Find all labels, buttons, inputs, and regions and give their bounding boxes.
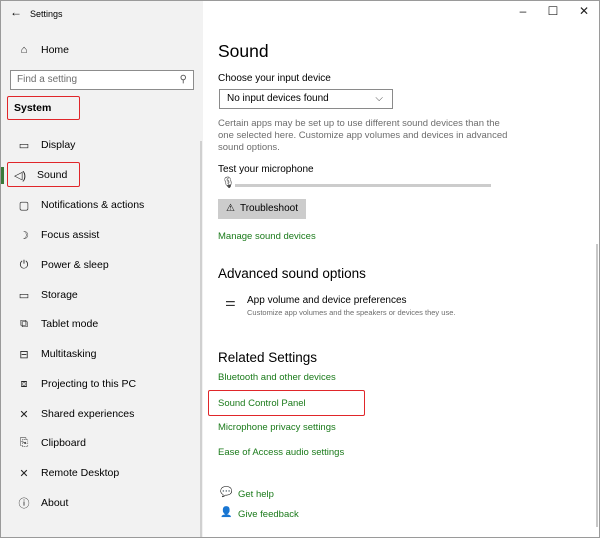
sidebar-item-multitasking[interactable]: ⊟ Multitasking — [1, 343, 203, 365]
minimize-button[interactable]: – — [513, 4, 533, 18]
sidebar-item-power[interactable]: ⏻ Power & sleep — [1, 254, 203, 276]
sidebar-item-label: Projecting to this PC — [41, 378, 137, 390]
warning-icon: ⚠ — [226, 203, 235, 214]
page-title: Sound — [218, 41, 269, 61]
window-title: Settings — [30, 9, 63, 19]
search-input[interactable]: Find a setting ⚲ — [10, 70, 194, 90]
microphone-icon: 🎙 — [221, 177, 235, 189]
sidebar-item-tablet-mode[interactable]: ⧉ Tablet mode — [1, 313, 203, 335]
bluetooth-devices-link[interactable]: Bluetooth and other devices — [218, 372, 336, 383]
give-feedback-link[interactable]: Give feedback — [238, 509, 299, 520]
main-content: – ☐ ✕ Sound Choose your input device No … — [203, 1, 599, 537]
sidebar-item-label: Tablet mode — [41, 318, 99, 330]
advanced-sound-title: Advanced sound options — [218, 266, 366, 281]
search-placeholder: Find a setting — [17, 74, 78, 85]
input-device-label: Choose your input device — [218, 73, 331, 84]
app-volume-link[interactable]: App volume and device preferences — [247, 295, 407, 306]
help-icon: 💬 — [220, 487, 233, 498]
power-icon: ⏻ — [19, 258, 29, 271]
test-mic-label: Test your microphone — [218, 164, 314, 175]
sidebar-item-home[interactable]: ⌂ Home — [1, 39, 203, 61]
info-icon: ⓘ — [18, 498, 30, 510]
sidebar-item-label: Home — [41, 44, 70, 56]
sidebar-item-label: Remote Desktop — [41, 467, 120, 479]
search-icon: ⚲ — [179, 74, 187, 85]
section-label-system: System — [14, 102, 52, 114]
sidebar: ← Settings ⌂ Home Find a setting ⚲ Syste… — [1, 1, 203, 537]
close-button[interactable]: ✕ — [574, 4, 594, 18]
sidebar-item-label: Display — [41, 139, 76, 151]
tablet-icon: ⧉ — [20, 317, 28, 330]
sidebar-item-label: Storage — [41, 289, 78, 301]
troubleshoot-button[interactable]: ⚠ Troubleshoot — [218, 199, 306, 219]
sliders-icon: ⚌ — [225, 295, 236, 309]
sidebar-item-label: Focus assist — [41, 229, 100, 241]
microphone-privacy-link[interactable]: Microphone privacy settings — [218, 422, 336, 433]
multitasking-icon: ⊟ — [19, 348, 29, 361]
app-volume-description: Customize app volumes and the speakers o… — [247, 308, 456, 317]
get-help-link[interactable]: Get help — [238, 489, 274, 500]
chevron-down-icon: ⌵ — [375, 93, 383, 104]
sidebar-scrollbar[interactable] — [200, 141, 202, 537]
moon-icon: ☽ — [19, 229, 29, 242]
sidebar-item-label: Power & sleep — [41, 259, 109, 271]
ease-of-access-audio-link[interactable]: Ease of Access audio settings — [218, 447, 344, 458]
sidebar-item-label: Clipboard — [41, 437, 86, 449]
notification-icon: ▢ — [18, 199, 30, 212]
remote-icon: ✕ — [19, 467, 29, 480]
back-arrow-icon[interactable]: ← — [9, 5, 23, 19]
troubleshoot-label: Troubleshoot — [239, 203, 298, 214]
related-settings-title: Related Settings — [218, 350, 318, 365]
settings-window: ← Settings ⌂ Home Find a setting ⚲ Syste… — [0, 0, 600, 538]
storage-icon: ▭ — [18, 289, 30, 302]
feedback-icon: 👤 — [220, 507, 233, 518]
display-icon: ▭ — [18, 139, 30, 152]
sidebar-item-label: Sound — [37, 169, 68, 181]
sidebar-item-label: About — [41, 497, 69, 509]
input-device-select[interactable]: No input devices found ⌵ — [219, 89, 393, 109]
sidebar-item-label: Multitasking — [41, 348, 97, 360]
sidebar-item-storage[interactable]: ▭ Storage — [1, 284, 203, 306]
projector-icon: ⧈ — [20, 377, 28, 390]
input-info-text: Certain apps may be set up to use differ… — [218, 118, 508, 153]
maximize-button[interactable]: ☐ — [543, 4, 563, 18]
sidebar-item-label: Shared experiences — [41, 408, 135, 420]
speaker-icon: ◁) — [13, 169, 27, 182]
sidebar-item-about[interactable]: ⓘ About — [1, 492, 203, 514]
sidebar-item-notifications[interactable]: ▢ Notifications & actions — [1, 194, 203, 216]
content-scrollbar[interactable] — [596, 244, 598, 527]
home-icon: ⌂ — [20, 44, 28, 56]
sound-control-panel-link[interactable]: Sound Control Panel — [218, 398, 306, 409]
sidebar-item-remote-desktop[interactable]: ✕ Remote Desktop — [1, 462, 203, 484]
clipboard-icon: ⎘ — [19, 436, 29, 449]
shared-icon: ✕ — [19, 408, 29, 421]
sidebar-item-display[interactable]: ▭ Display — [1, 134, 203, 156]
sidebar-item-clipboard[interactable]: ⎘ Clipboard — [1, 432, 203, 454]
input-device-value: No input devices found — [227, 93, 329, 104]
manage-sound-devices-link[interactable]: Manage sound devices — [218, 231, 316, 242]
sidebar-item-label: Notifications & actions — [41, 199, 145, 211]
sidebar-item-shared-experiences[interactable]: ✕ Shared experiences — [1, 403, 203, 425]
sidebar-item-sound[interactable]: ◁) Sound — [1, 164, 203, 186]
sidebar-item-projecting[interactable]: ⧈ Projecting to this PC — [1, 373, 203, 395]
mic-level-meter — [235, 184, 491, 187]
sidebar-item-focus-assist[interactable]: ☽ Focus assist — [1, 224, 203, 246]
